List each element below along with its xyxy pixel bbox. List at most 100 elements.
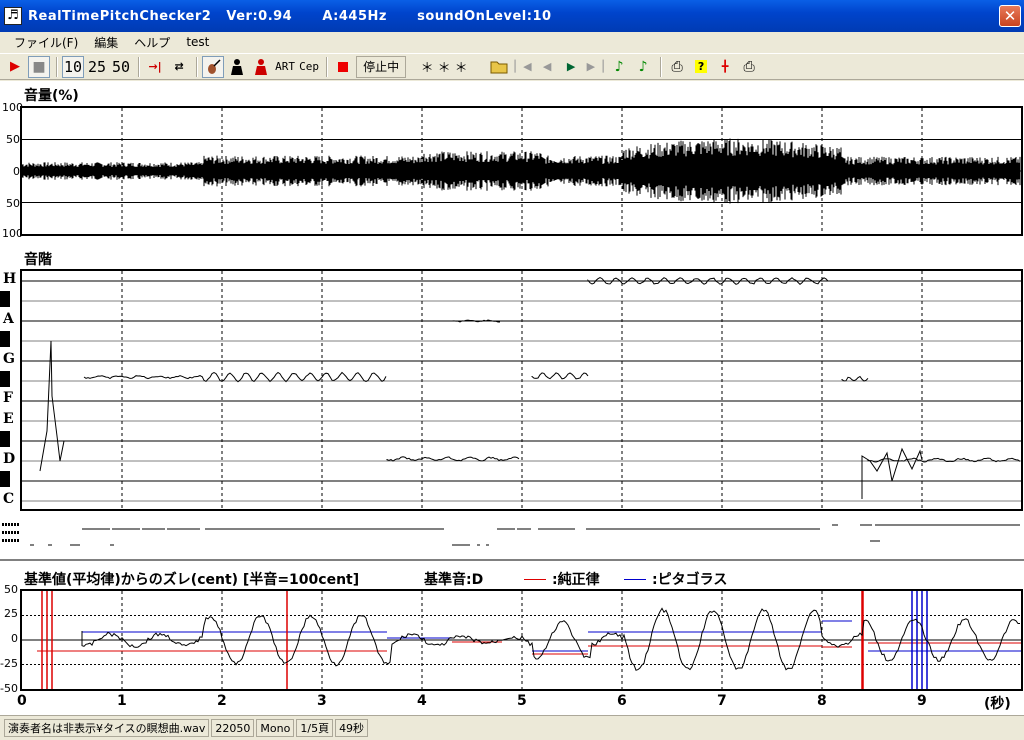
time-label: 5 xyxy=(517,693,527,709)
note-label-g: G xyxy=(3,351,15,367)
note-button[interactable]: ♪ xyxy=(608,56,630,78)
pitch-trace xyxy=(867,457,1021,463)
note-label-e: E xyxy=(3,411,14,427)
record-button[interactable] xyxy=(332,56,354,78)
pitch-trace xyxy=(201,371,387,383)
open-folder-button[interactable] xyxy=(488,56,510,78)
volume-tick: 100 xyxy=(2,227,23,240)
menu-help[interactable]: ヘルプ xyxy=(126,34,178,51)
next-icon: ▶ xyxy=(566,60,576,73)
speed-50-button[interactable]: 50 xyxy=(110,56,132,78)
menu-edit[interactable]: 編集 xyxy=(86,34,126,51)
note-label-d: D xyxy=(3,451,16,467)
singer-red-button[interactable] xyxy=(250,56,272,78)
onset-marker xyxy=(2,523,4,526)
time-label: 0 xyxy=(17,693,27,709)
print-button[interactable]: ⎙ xyxy=(666,56,688,78)
onset-marker xyxy=(2,539,4,542)
cent-deviation-trace xyxy=(81,607,1020,671)
volume-tick: 0 xyxy=(13,165,20,178)
deviation-tick: -25 xyxy=(0,657,18,670)
person-icon xyxy=(231,58,244,75)
onset-marker xyxy=(8,523,10,526)
volume-title: 音量(%) xyxy=(24,88,79,104)
prev-button[interactable]: ◀ xyxy=(536,56,558,78)
speed-25-button[interactable]: 25 xyxy=(86,56,108,78)
state-indicator: 停止中 xyxy=(356,55,407,78)
first-button[interactable]: ▏◀ xyxy=(512,56,534,78)
singer-button[interactable] xyxy=(226,56,248,78)
note-label-a: A xyxy=(3,311,14,327)
cep-button[interactable]: Cep xyxy=(298,56,320,78)
menu-test[interactable]: test xyxy=(178,35,217,49)
split-button[interactable]: ╋ xyxy=(714,56,736,78)
app-icon[interactable]: ♬ xyxy=(4,7,22,25)
status-file: 演奏者名は非表示¥タイスの瞑想曲.wav xyxy=(4,719,210,737)
split-icon: ╋ xyxy=(721,60,729,73)
onset-marker xyxy=(11,539,13,542)
note-alt-button[interactable]: ♪ xyxy=(632,56,654,78)
onset-markers-strip xyxy=(0,523,1024,561)
printer-alt-icon: ⎙ xyxy=(743,58,755,75)
status-page: 1/5頁 xyxy=(296,719,334,737)
pitch-onset-trace xyxy=(861,447,923,499)
note-label-f: F xyxy=(3,390,13,406)
next-button[interactable]: ▶ xyxy=(560,56,582,78)
onset-marker xyxy=(14,539,16,542)
toolbar: ▶ ■ 10 25 50 →| ⇄ ART Cep 停止中 ＊＊＊ ▏◀ ◀ ▶… xyxy=(0,53,1024,80)
play-button[interactable]: ▶ xyxy=(4,56,26,78)
menu-file[interactable]: ファイル(F) xyxy=(6,34,86,51)
play-icon: ▶ xyxy=(10,59,20,74)
onset-marker xyxy=(2,531,4,534)
toolbar-separator xyxy=(326,56,329,77)
onset-marker xyxy=(5,539,7,542)
violin-icon xyxy=(208,58,221,74)
art-button[interactable]: ART xyxy=(274,56,296,78)
pitch-scale-panel xyxy=(20,269,1023,511)
music-note-icon: ♪ xyxy=(614,58,624,75)
deviation-tick: 0 xyxy=(11,632,18,645)
time-label: 2 xyxy=(217,693,227,709)
pitch-trace xyxy=(83,375,203,380)
onset-marker xyxy=(14,531,16,534)
deviation-tick: -50 xyxy=(0,682,18,695)
record-icon xyxy=(338,61,349,72)
loop-button[interactable]: ⇄ xyxy=(168,56,190,78)
black-key xyxy=(0,371,10,387)
legend-just-label: :純正律 xyxy=(552,572,600,588)
violin-button[interactable] xyxy=(202,55,225,78)
volume-waveform-panel xyxy=(20,106,1023,236)
help-button[interactable]: ? xyxy=(690,56,712,78)
time-unit-label: (秒) xyxy=(984,696,1011,712)
black-key xyxy=(0,471,10,487)
close-button[interactable]: ✕ xyxy=(999,5,1021,27)
person-red-icon xyxy=(255,58,268,75)
onset-marker xyxy=(5,531,7,534)
title-bar: ♬ RealTimePitchChecker2 Ver:0.94 A:445Hz… xyxy=(0,0,1024,32)
status-duration: 49秒 xyxy=(335,719,369,737)
volume-tick: 100 xyxy=(2,101,23,114)
status-channels: Mono xyxy=(256,719,295,737)
speed-10-button[interactable]: 10 xyxy=(62,55,85,78)
onset-marker xyxy=(11,531,13,534)
print-alt-button[interactable]: ⎙ xyxy=(738,56,760,78)
pitch-trace xyxy=(531,372,589,380)
music-note-alt-icon: ♪ xyxy=(638,58,648,75)
status-bar: 演奏者名は非表示¥タイスの瞑想曲.wav 22050 Mono 1/5頁 49秒 xyxy=(0,715,1024,740)
onset-marker xyxy=(8,539,10,542)
stop-button[interactable]: ■ xyxy=(28,55,50,78)
pitch-trace xyxy=(841,375,869,382)
deviation-tick: 50 xyxy=(4,583,18,596)
volume-waveform xyxy=(22,138,1021,204)
time-label: 3 xyxy=(317,693,327,709)
onset-marker xyxy=(8,531,10,534)
cent-deviation-panel xyxy=(20,589,1023,691)
onset-marker xyxy=(17,539,19,542)
skip-button[interactable]: →| xyxy=(144,56,166,78)
black-key xyxy=(0,331,10,347)
printer-icon: ⎙ xyxy=(671,58,683,75)
last-button[interactable]: ▶▕ xyxy=(584,56,606,78)
note-label-c: C xyxy=(3,491,15,507)
base-note-label: 基準音:D xyxy=(424,572,484,588)
legend-pyth-line xyxy=(624,579,646,580)
